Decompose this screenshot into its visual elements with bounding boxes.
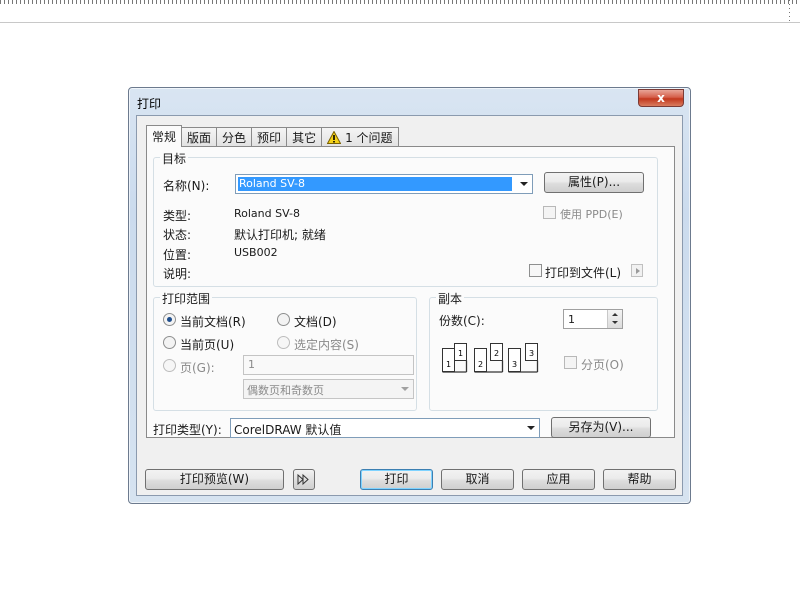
page-set-value: 偶数页和奇数页 xyxy=(247,384,324,397)
chevron-down-icon xyxy=(516,175,532,193)
save-as-button[interactable]: 另存为(V)... xyxy=(551,417,651,438)
printer-name-value: Roland SV-8 xyxy=(238,177,512,191)
copies-count-stepper[interactable]: 1 xyxy=(563,309,623,329)
tab-separations[interactable]: 分色 xyxy=(216,127,253,147)
selection-label: 选定内容(S) xyxy=(294,338,359,352)
tab-misc[interactable]: 其它 xyxy=(286,127,323,147)
print-preview-button[interactable]: 打印预览(W) xyxy=(145,469,284,490)
svg-text:3: 3 xyxy=(529,349,534,358)
print-dialog: 打印 x 常规 版面 分色 预印 其它 1 个问题 目标 名称(N): Rola… xyxy=(128,87,691,504)
collate-preview-icon: 11 2 2 3 3 xyxy=(442,343,539,373)
dialog-client-area: 常规 版面 分色 预印 其它 1 个问题 目标 名称(N): Roland SV… xyxy=(136,115,683,496)
svg-text:1: 1 xyxy=(446,360,451,369)
tab-general-label: 常规 xyxy=(152,129,177,144)
svg-text:2: 2 xyxy=(478,360,483,369)
copies-count-value: 1 xyxy=(568,313,575,326)
status-label: 状态: xyxy=(163,228,192,242)
stepper-buttons[interactable] xyxy=(607,310,622,328)
print-style-dropdown[interactable]: CorelDRAW 默认值 xyxy=(230,418,540,438)
pages-label: 页(G): xyxy=(180,361,215,375)
type-label: 类型: xyxy=(163,209,192,223)
comment-label: 说明: xyxy=(163,267,192,281)
tab-prepress-label: 预印 xyxy=(257,130,282,145)
tab-misc-label: 其它 xyxy=(292,130,317,145)
chevron-down-icon xyxy=(523,419,539,437)
pages-input-value: 1 xyxy=(248,358,255,371)
target-group: 目标 名称(N): Roland SV-8 属性(P)... 类型: Rolan… xyxy=(153,150,658,287)
current-page-radio[interactable] xyxy=(163,336,176,349)
printer-name-dropdown[interactable]: Roland SV-8 xyxy=(235,174,533,194)
documents-label: 文档(D) xyxy=(294,315,337,329)
svg-text:3: 3 xyxy=(512,360,517,369)
properties-button[interactable]: 属性(P)... xyxy=(544,172,644,193)
current-document-label: 当前文档(R) xyxy=(180,315,246,329)
canvas-divider xyxy=(0,22,800,23)
print-style-label: 打印类型(Y): xyxy=(153,423,222,437)
collate-label: 分页(O) xyxy=(581,358,624,372)
print-to-file-label: 打印到文件(L) xyxy=(545,266,622,280)
tab-separations-label: 分色 xyxy=(222,130,247,145)
current-document-radio[interactable] xyxy=(163,313,176,326)
collate-checkbox[interactable] xyxy=(564,356,577,369)
cancel-button[interactable]: 取消 xyxy=(441,469,514,490)
printer-name-label: 名称(N): xyxy=(163,179,210,193)
canvas-top-border xyxy=(0,0,800,4)
preview-toggle-button[interactable] xyxy=(293,469,315,490)
current-page-label: 当前页(U) xyxy=(180,338,235,352)
location-label: 位置: xyxy=(163,248,192,262)
double-arrow-icon xyxy=(297,473,309,486)
tab-issues-label: 1 个问题 xyxy=(345,130,393,145)
copies-group: 副本 份数(C): 1 1 1 2 2 3 3 分页(O) xyxy=(429,290,658,411)
tab-strip: 常规 版面 分色 预印 其它 1 个问题 xyxy=(146,125,399,147)
type-value: Roland SV-8 xyxy=(234,207,300,220)
print-to-file-options-button[interactable] xyxy=(631,264,643,277)
print-range-group: 打印范围 当前文档(R) 文档(D) 当前页(U) 选定内容(S) 页(G): … xyxy=(153,290,417,411)
warning-icon xyxy=(327,131,342,144)
use-ppd-label: 使用 PPD(E) xyxy=(560,208,623,221)
location-value: USB002 xyxy=(234,246,278,259)
close-icon: x xyxy=(657,91,665,105)
target-group-label: 目标 xyxy=(160,150,189,167)
close-button[interactable]: x xyxy=(638,89,684,107)
print-to-file-checkbox[interactable] xyxy=(529,264,542,277)
svg-text:1: 1 xyxy=(458,349,463,358)
use-ppd-checkbox[interactable] xyxy=(543,206,556,219)
general-tab-panel: 目标 名称(N): Roland SV-8 属性(P)... 类型: Rolan… xyxy=(146,146,675,438)
chevron-down-icon xyxy=(397,380,413,398)
canvas-right-border xyxy=(789,0,790,22)
status-value: 默认打印机; 就绪 xyxy=(234,228,326,242)
tab-layout[interactable]: 版面 xyxy=(181,127,218,147)
tab-issues[interactable]: 1 个问题 xyxy=(321,127,399,147)
help-button[interactable]: 帮助 xyxy=(603,469,676,490)
copies-group-label: 副本 xyxy=(436,290,465,307)
chevron-up-icon xyxy=(612,313,618,316)
pages-input[interactable]: 1 xyxy=(243,355,414,375)
copies-count-label: 份数(C): xyxy=(439,314,485,328)
pages-radio[interactable] xyxy=(163,359,176,372)
tab-general[interactable]: 常规 xyxy=(146,125,183,147)
dialog-title: 打印 xyxy=(137,97,162,111)
svg-text:2: 2 xyxy=(494,349,499,358)
title-bar: 打印 x xyxy=(129,88,690,116)
print-style-value: CorelDRAW 默认值 xyxy=(234,423,342,437)
selection-radio[interactable] xyxy=(277,336,290,349)
print-range-group-label: 打印范围 xyxy=(160,290,213,307)
page-set-dropdown[interactable]: 偶数页和奇数页 xyxy=(243,379,414,399)
apply-button[interactable]: 应用 xyxy=(522,469,595,490)
chevron-down-icon xyxy=(612,321,618,324)
tab-prepress[interactable]: 预印 xyxy=(251,127,288,147)
print-button[interactable]: 打印 xyxy=(360,469,433,490)
tab-layout-label: 版面 xyxy=(187,130,212,145)
documents-radio[interactable] xyxy=(277,313,290,326)
